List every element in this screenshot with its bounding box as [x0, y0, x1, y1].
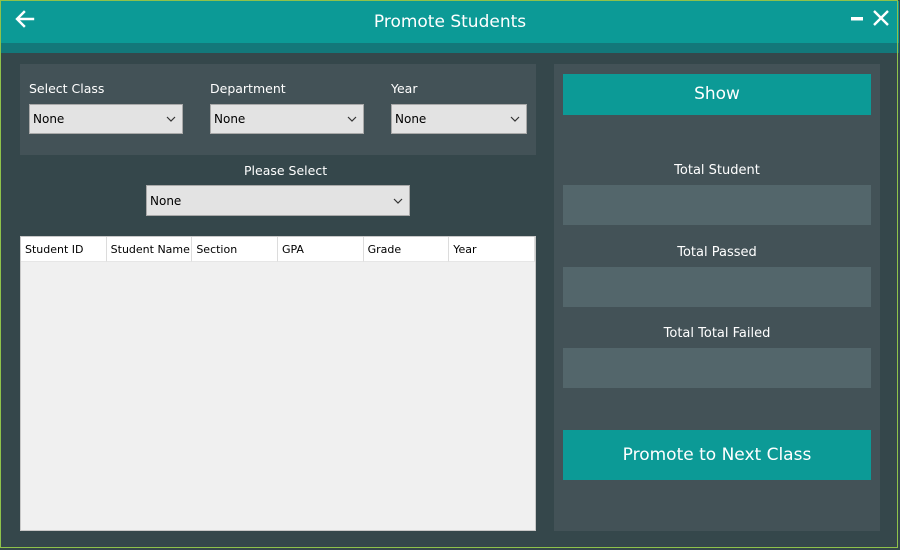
column-header-year[interactable]: Year	[449, 237, 535, 262]
title-bar-shadow	[1, 43, 899, 53]
please-select-label: Please Select	[244, 163, 328, 178]
chevron-down-icon	[393, 198, 403, 204]
column-header-gpa[interactable]: GPA	[277, 237, 364, 262]
column-header-grade[interactable]: Grade	[363, 237, 450, 262]
show-button[interactable]: Show	[563, 74, 871, 115]
total-failed-field	[563, 348, 871, 388]
chevron-down-icon	[347, 116, 357, 122]
department-label: Department	[210, 81, 286, 96]
select-class-value: None	[33, 112, 65, 126]
total-passed-label: Total Passed	[677, 245, 757, 260]
window-title: Promote Students	[373, 12, 527, 32]
total-passed-field	[563, 267, 871, 307]
title-bar: Promote Students	[1, 1, 899, 43]
table-header: Student ID Student Name Section GPA Grad…	[21, 237, 535, 262]
close-icon[interactable]	[871, 8, 891, 28]
year-label: Year	[391, 81, 418, 96]
column-header-student-name[interactable]: Student Name	[106, 237, 193, 262]
select-class-dropdown[interactable]: None	[29, 104, 183, 134]
arrow-left-icon[interactable]	[13, 7, 37, 31]
please-select-dropdown[interactable]: None	[146, 185, 410, 216]
column-header-section[interactable]: Section	[192, 237, 278, 262]
minimize-icon[interactable]	[849, 8, 865, 32]
promote-to-next-class-button[interactable]: Promote to Next Class	[563, 430, 871, 480]
department-value: None	[214, 112, 246, 126]
column-header-student-id[interactable]: Student ID	[21, 237, 107, 262]
total-student-field	[563, 185, 871, 225]
total-failed-label: Total Total Failed	[663, 326, 771, 341]
total-student-label: Total Student	[674, 163, 760, 178]
department-dropdown[interactable]: None	[210, 104, 364, 134]
chevron-down-icon	[510, 116, 520, 122]
please-select-value: None	[150, 193, 182, 208]
year-value: None	[395, 112, 427, 126]
year-dropdown[interactable]: None	[391, 104, 527, 134]
select-class-label: Select Class	[29, 81, 105, 96]
students-table[interactable]: Student ID Student Name Section GPA Grad…	[20, 236, 536, 531]
chevron-down-icon	[166, 116, 176, 122]
